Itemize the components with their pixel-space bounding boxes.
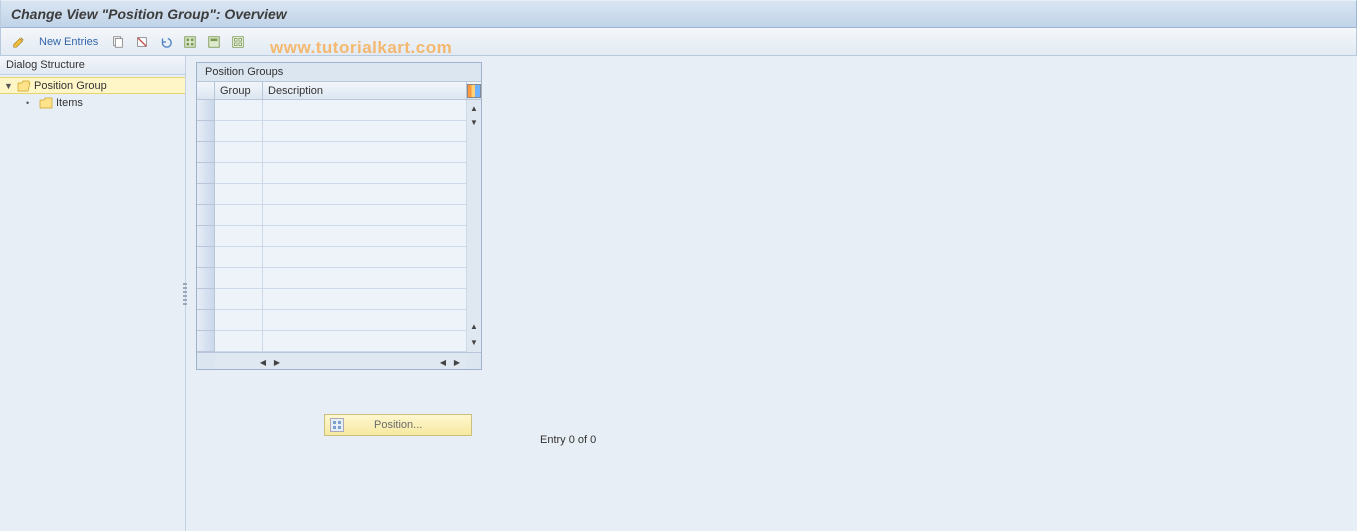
cell-description[interactable] (263, 163, 467, 184)
select-block-icon[interactable] (204, 32, 224, 52)
position-button[interactable]: Position... (324, 414, 472, 436)
window-title: Change View "Position Group": Overview (11, 6, 287, 22)
position-groups-panel: Position Groups Group Description ▲ ▼ ▲ … (196, 62, 482, 370)
position-icon (330, 418, 344, 432)
copy-as-icon[interactable] (108, 32, 128, 52)
scroll-right-icon[interactable]: ▶ (271, 356, 283, 368)
cell-group[interactable] (215, 247, 263, 268)
table-horizontal-scrollbar[interactable]: ◀ ▶ ◀ ▶ (215, 352, 467, 369)
row-selector[interactable] (197, 163, 215, 184)
position-button-label: Position... (374, 419, 422, 431)
undo-icon[interactable] (156, 32, 176, 52)
cell-description[interactable] (263, 121, 467, 142)
cell-group[interactable] (215, 205, 263, 226)
row-selector[interactable] (197, 100, 215, 121)
cell-group[interactable] (215, 100, 263, 121)
cell-group[interactable] (215, 331, 263, 352)
dialog-structure-tree: ▼ Position Group • Items (0, 75, 185, 113)
table-corner-bl (197, 352, 215, 369)
table-column-group[interactable]: Group (215, 82, 263, 100)
toggle-change-icon[interactable] (9, 32, 29, 52)
scroll-down-icon[interactable]: ▼ (468, 336, 480, 348)
scroll-up-icon[interactable]: ▲ (468, 102, 480, 114)
row-selector[interactable] (197, 331, 215, 352)
table-column-description[interactable]: Description (263, 82, 467, 100)
table-settings-icon (467, 84, 481, 98)
cell-description[interactable] (263, 226, 467, 247)
entry-status-text: Entry 0 of 0 (540, 434, 596, 446)
window-titlebar: Change View "Position Group": Overview (0, 0, 1357, 28)
table-corner-br (467, 352, 481, 369)
folder-open-icon (17, 80, 31, 92)
row-selector[interactable] (197, 310, 215, 331)
row-selector[interactable] (197, 268, 215, 289)
row-selector[interactable] (197, 121, 215, 142)
scroll-left-icon[interactable]: ◀ (437, 356, 449, 368)
scroll-left-icon[interactable]: ◀ (257, 356, 269, 368)
row-selector[interactable] (197, 289, 215, 310)
dialog-structure-header: Dialog Structure (0, 56, 185, 75)
new-entries-button[interactable]: New Entries (33, 32, 104, 52)
table-vertical-scrollbar[interactable]: ▲ ▼ ▲ ▼ (467, 100, 481, 352)
cell-group[interactable] (215, 142, 263, 163)
cell-description[interactable] (263, 310, 467, 331)
cell-description[interactable] (263, 205, 467, 226)
scroll-down-icon[interactable]: ▼ (468, 116, 480, 128)
cell-description[interactable] (263, 142, 467, 163)
cell-description[interactable] (263, 247, 467, 268)
tree-node-position-group[interactable]: ▼ Position Group (0, 77, 185, 94)
row-selector[interactable] (197, 247, 215, 268)
cell-description[interactable] (263, 184, 467, 205)
cell-group[interactable] (215, 289, 263, 310)
table-select-all-header[interactable] (197, 82, 215, 100)
table-configure-button[interactable] (467, 82, 481, 100)
folder-closed-icon (39, 97, 53, 109)
cell-description[interactable] (263, 331, 467, 352)
dialog-structure-panel: Dialog Structure ▼ Position Group • Item… (0, 56, 186, 531)
cell-description[interactable] (263, 289, 467, 310)
cell-group[interactable] (215, 163, 263, 184)
tree-node-items[interactable]: • Items (0, 94, 185, 111)
cell-description[interactable] (263, 100, 467, 121)
app-toolbar: New Entries (0, 28, 1357, 56)
tree-bullet-icon: • (26, 98, 36, 108)
scroll-up-icon[interactable]: ▲ (468, 320, 480, 332)
deselect-all-icon[interactable] (228, 32, 248, 52)
cell-group[interactable] (215, 310, 263, 331)
cell-group[interactable] (215, 121, 263, 142)
panel-title: Position Groups (197, 63, 481, 81)
row-selector[interactable] (197, 184, 215, 205)
tree-collapse-icon[interactable]: ▼ (4, 81, 14, 91)
row-selector[interactable] (197, 226, 215, 247)
cell-description[interactable] (263, 268, 467, 289)
main-content: Position Groups Group Description ▲ ▼ ▲ … (186, 56, 1357, 531)
tree-node-label: Items (56, 97, 83, 109)
delete-icon[interactable] (132, 32, 152, 52)
cell-group[interactable] (215, 184, 263, 205)
cell-group[interactable] (215, 268, 263, 289)
select-all-icon[interactable] (180, 32, 200, 52)
row-selector[interactable] (197, 205, 215, 226)
row-selector[interactable] (197, 142, 215, 163)
tree-node-label: Position Group (34, 80, 107, 92)
cell-group[interactable] (215, 226, 263, 247)
position-groups-table: Group Description ▲ ▼ ▲ ▼ (197, 81, 481, 352)
scroll-right-icon[interactable]: ▶ (451, 356, 463, 368)
sidebar-splitter[interactable] (182, 56, 188, 531)
